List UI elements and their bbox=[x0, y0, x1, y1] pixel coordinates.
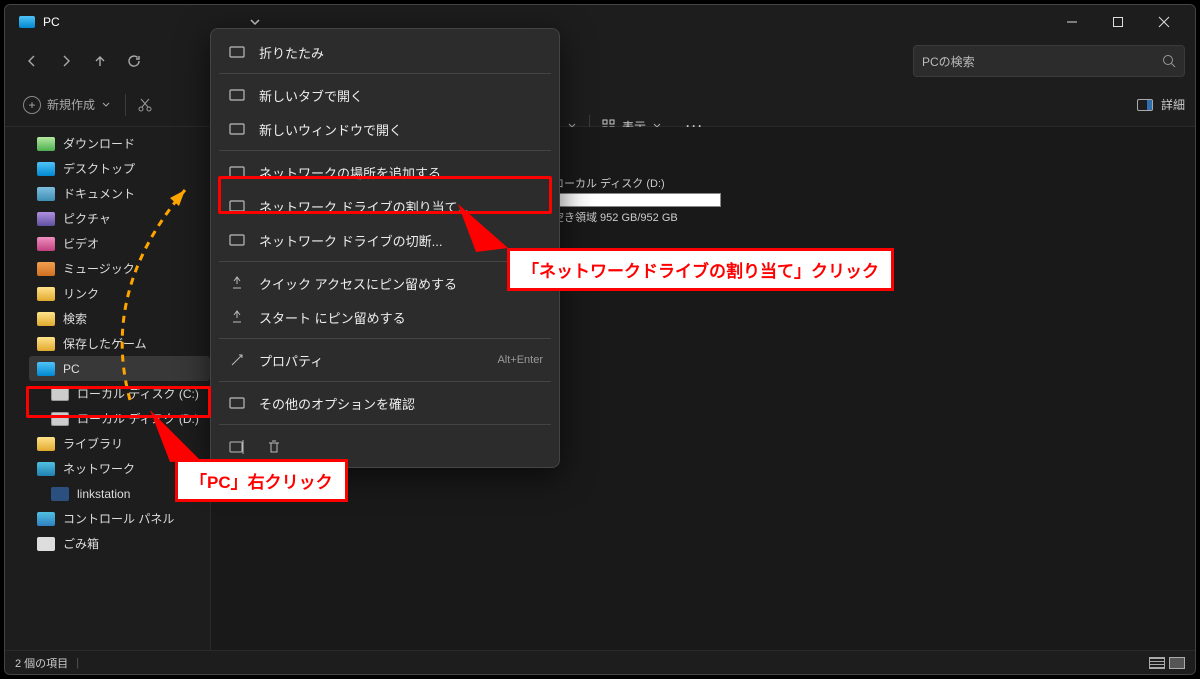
panel-icon bbox=[1137, 99, 1153, 111]
delete-icon[interactable] bbox=[263, 437, 285, 457]
context-menu-item-8[interactable]: プロパティAlt+Enter bbox=[217, 343, 553, 377]
folder-icon bbox=[37, 287, 55, 301]
drive-bar bbox=[553, 193, 721, 207]
folder-icon bbox=[51, 487, 69, 501]
sidebar-item-label: デスクトップ bbox=[63, 160, 135, 177]
menu-item-label: その他のオプションを確認 bbox=[259, 394, 415, 413]
status-count: 2 個の項目 bbox=[15, 655, 68, 671]
folder-icon bbox=[37, 262, 55, 276]
details-view-icon[interactable] bbox=[1169, 657, 1185, 669]
sidebar-item-label: コントロール パネル bbox=[63, 510, 174, 527]
sidebar-item-label: ダウンロード bbox=[63, 135, 135, 152]
sidebar-item-8[interactable]: 保存したゲーム bbox=[29, 331, 210, 356]
cut-icon[interactable] bbox=[132, 92, 158, 118]
drive-free: 空き領域 952 GB/952 GB bbox=[553, 209, 721, 225]
folder-icon bbox=[37, 512, 55, 526]
drive-name: ローカル ディスク (D:) bbox=[553, 175, 721, 191]
folder-icon bbox=[37, 212, 55, 226]
folder-icon bbox=[37, 312, 55, 326]
context-menu-item-0[interactable]: 折りたたみ bbox=[217, 35, 553, 69]
menu-item-label: 新しいタブで開く bbox=[259, 86, 363, 105]
menu-item-icon bbox=[227, 44, 247, 60]
folder-icon bbox=[37, 162, 55, 176]
menu-item-label: スタート にピン留めする bbox=[259, 308, 406, 327]
explorer-window: PC PCの検索 + 新規作成 詳細 bbox=[4, 4, 1196, 675]
sidebar-item-16[interactable]: ごみ箱 bbox=[29, 531, 210, 556]
sidebar-item-4[interactable]: ビデオ bbox=[29, 231, 210, 256]
folder-icon bbox=[37, 237, 55, 251]
tab-chevron-icon[interactable] bbox=[240, 16, 270, 28]
sidebar-item-label: PC bbox=[63, 362, 80, 376]
nav-row: PCの検索 bbox=[5, 39, 1195, 83]
menu-item-label: 折りたたみ bbox=[259, 43, 324, 62]
rename-icon[interactable] bbox=[227, 437, 249, 457]
menu-item-label: クイック アクセスにピン留めする bbox=[259, 274, 457, 293]
sidebar-item-label: ミュージック bbox=[63, 260, 135, 277]
forward-button[interactable] bbox=[49, 44, 83, 78]
folder-icon bbox=[37, 437, 55, 451]
refresh-button[interactable] bbox=[117, 44, 151, 78]
sidebar-item-6[interactable]: リンク bbox=[29, 281, 210, 306]
sidebar-item-label: ライブラリ bbox=[63, 435, 123, 452]
context-menu-item-6[interactable]: クイック アクセスにピン留めする bbox=[217, 266, 553, 300]
sidebar-item-label: 検索 bbox=[63, 310, 87, 327]
sidebar-item-3[interactable]: ピクチャ bbox=[29, 206, 210, 231]
close-button[interactable] bbox=[1141, 7, 1187, 37]
menu-item-icon bbox=[227, 275, 247, 291]
sidebar-item-0[interactable]: ダウンロード bbox=[29, 131, 210, 156]
sidebar-item-label: ドキュメント bbox=[63, 185, 135, 202]
maximize-button[interactable] bbox=[1095, 7, 1141, 37]
new-create-button[interactable]: + 新規作成 bbox=[15, 92, 119, 118]
sidebar-item-label: ネットワーク bbox=[63, 460, 135, 477]
sidebar-item-label: ビデオ bbox=[63, 235, 99, 252]
window-title: PC bbox=[43, 15, 60, 29]
menu-item-icon bbox=[227, 395, 247, 411]
menu-item-icon bbox=[227, 87, 247, 103]
menu-item-icon bbox=[227, 309, 247, 325]
folder-icon bbox=[37, 187, 55, 201]
details-button[interactable]: 詳細 bbox=[1137, 96, 1185, 113]
menu-item-label: ネットワーク ドライブの切断... bbox=[259, 231, 442, 250]
context-menu-item-2[interactable]: 新しいウィンドウで開く bbox=[217, 112, 553, 146]
sidebar-item-label: リンク bbox=[63, 285, 99, 302]
context-menu-item-7[interactable]: スタート にピン留めする bbox=[217, 300, 553, 334]
context-menu-bottom bbox=[217, 429, 553, 461]
menu-item-label: 新しいウィンドウで開く bbox=[259, 120, 402, 139]
menu-item-icon bbox=[227, 352, 247, 368]
annotation-callout-pointer-1 bbox=[458, 204, 518, 264]
annotation-callout-map-drive: 「ネットワークドライブの割り当て」クリック bbox=[507, 248, 894, 291]
sidebar-item-2[interactable]: ドキュメント bbox=[29, 181, 210, 206]
folder-icon bbox=[37, 362, 55, 376]
sidebar-item-label: ピクチャ bbox=[63, 210, 111, 227]
list-view-icon[interactable] bbox=[1149, 657, 1165, 669]
context-menu-item-1[interactable]: 新しいタブで開く bbox=[217, 78, 553, 112]
folder-icon bbox=[37, 537, 55, 551]
folder-icon bbox=[37, 337, 55, 351]
search-icon bbox=[1162, 54, 1176, 68]
sidebar-item-15[interactable]: コントロール パネル bbox=[29, 506, 210, 531]
menu-item-icon bbox=[227, 232, 247, 248]
menu-item-label: プロパティ bbox=[259, 351, 323, 370]
pc-icon bbox=[19, 16, 35, 28]
context-menu-item-9[interactable]: その他のオプションを確認 bbox=[217, 386, 553, 420]
sidebar-item-label: ごみ箱 bbox=[63, 535, 99, 552]
up-button[interactable] bbox=[83, 44, 117, 78]
status-bar: 2 個の項目 | bbox=[5, 650, 1195, 674]
sidebar-item-9[interactable]: PC bbox=[29, 356, 210, 381]
sidebar-item-5[interactable]: ミュージック bbox=[29, 256, 210, 281]
plus-icon: + bbox=[23, 96, 41, 114]
sidebar-item-7[interactable]: 検索 bbox=[29, 306, 210, 331]
annotation-callout-pointer-2 bbox=[140, 410, 210, 470]
search-input[interactable]: PCの検索 bbox=[913, 45, 1185, 77]
search-placeholder: PCの検索 bbox=[922, 53, 1162, 70]
sidebar-item-label: 保存したゲーム bbox=[63, 335, 147, 352]
folder-icon bbox=[37, 137, 55, 151]
folder-icon bbox=[37, 462, 55, 476]
sidebar-item-1[interactable]: デスクトップ bbox=[29, 156, 210, 181]
back-button[interactable] bbox=[15, 44, 49, 78]
sidebar-item-label: linkstation bbox=[77, 487, 130, 501]
minimize-button[interactable] bbox=[1049, 7, 1095, 37]
menu-item-icon bbox=[227, 121, 247, 137]
titlebar: PC bbox=[5, 5, 1195, 39]
